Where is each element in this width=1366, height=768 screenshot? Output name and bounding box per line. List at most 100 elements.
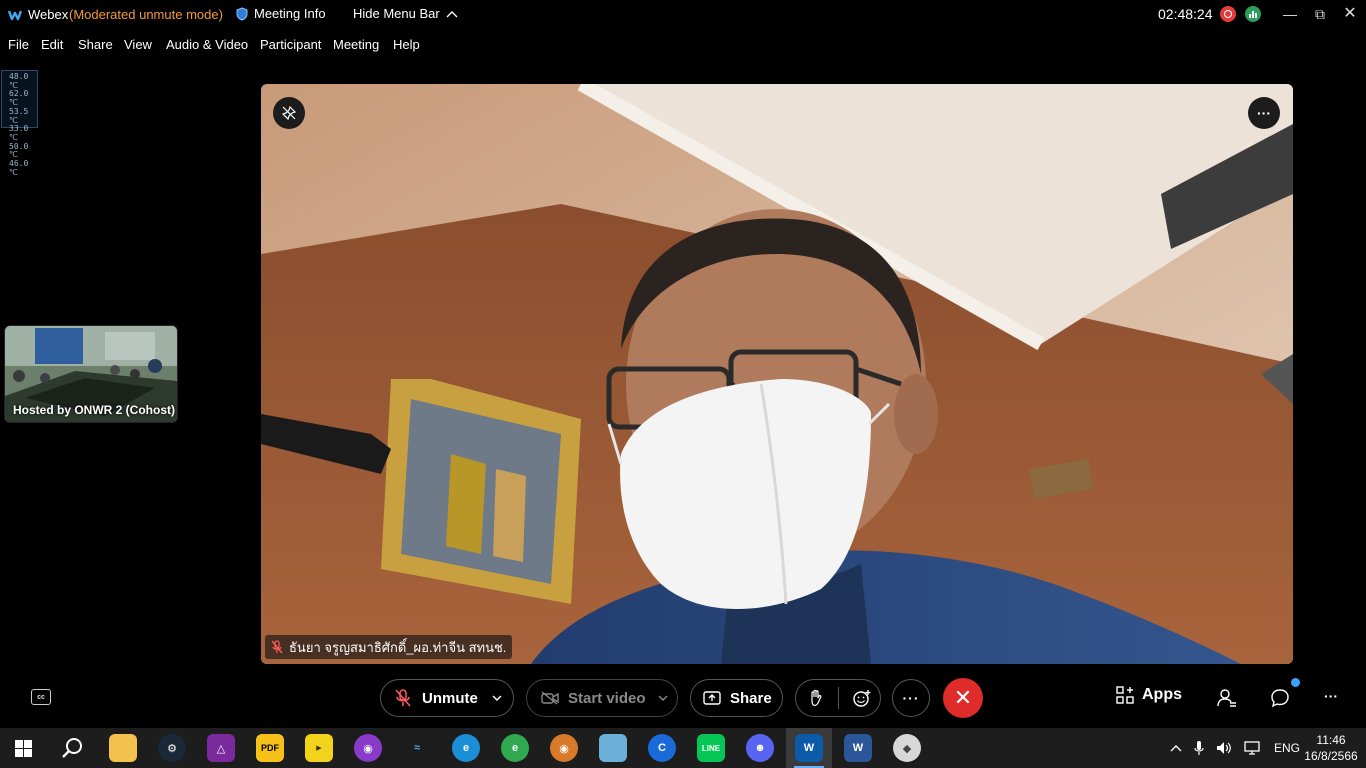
temp-reading: 62.0 ℃	[9, 89, 29, 108]
minimize-button[interactable]: —	[1276, 4, 1304, 24]
speaker-video-frame	[261, 84, 1293, 664]
menu-help[interactable]: Help	[393, 37, 420, 52]
edge-icon[interactable]: e	[452, 734, 480, 762]
meeting-info-button[interactable]: Meeting Info	[236, 6, 326, 21]
menu-share[interactable]: Share	[78, 37, 113, 52]
participants-icon	[1217, 689, 1236, 707]
apps-label: Apps	[1142, 686, 1182, 703]
webex-taskbar-active[interactable]: W	[786, 728, 832, 768]
input-language[interactable]: ENG	[1274, 741, 1300, 755]
participant-name-tag: ธันยา จรูญสมาธิศักดิ์_ผอ.ท่าจีน สทนช.	[265, 635, 513, 659]
unpin-button[interactable]	[273, 97, 305, 129]
raise-hand-icon[interactable]	[808, 689, 824, 707]
chevron-down-icon[interactable]	[658, 695, 668, 701]
closed-captions-button[interactable]: cc	[31, 689, 51, 705]
active-speaker-video[interactable]: ··· ธันยา จรูญสมาธิศักดิ์_ผอ.ท่าจีน สทนช…	[261, 84, 1293, 664]
unmute-button[interactable]: Unmute	[380, 679, 514, 717]
speaker-icon[interactable]	[1216, 741, 1232, 755]
chat-button[interactable]	[1270, 688, 1290, 713]
participant-name: ธันยา จรูญสมาธิศักดิ์_ผอ.ท่าจีน สทนช.	[289, 639, 507, 655]
webex-logo-icon	[8, 10, 22, 21]
share-icon	[703, 691, 721, 705]
taskbar-clock[interactable]: 11:46 16/8/2566	[1302, 732, 1360, 764]
reactions-group	[795, 679, 881, 717]
discord-icon[interactable]: ☻	[746, 734, 774, 762]
ellipsis-icon: ···	[902, 690, 920, 706]
c-app-icon[interactable]: C	[648, 734, 676, 762]
close-window-button[interactable]: ✕	[1336, 4, 1364, 24]
self-view-thumbnail[interactable]: Hosted by ONWR 2 (Cohost)	[4, 325, 178, 423]
apps-button[interactable]: Apps	[1116, 686, 1182, 704]
microphone-icon[interactable]	[1194, 740, 1204, 756]
windows-start-icon[interactable]	[15, 740, 32, 757]
shield-icon	[236, 6, 248, 21]
notification-dot	[1291, 678, 1300, 687]
restore-button[interactable]: ⧉	[1306, 4, 1334, 24]
app-name: Webex	[28, 7, 69, 22]
meeting-info-label: Meeting Info	[254, 6, 326, 21]
start-video-button[interactable]: Start video	[526, 679, 678, 717]
ellipsis-icon: ···	[1257, 105, 1271, 121]
close-icon: ✕	[953, 685, 973, 710]
player-icon[interactable]: ▶	[305, 734, 333, 762]
more-options-button[interactable]: ···	[892, 679, 930, 717]
windows-taskbar: ⚙ △ PDF ▶ ◉ ≈ e e ◉ C LINE ☻ W W ◆ ENG 1…	[0, 728, 1366, 768]
webex-taskbar-icon: W	[795, 734, 823, 762]
word-icon[interactable]: W	[844, 734, 872, 762]
pdf-app-icon[interactable]: PDF	[256, 734, 284, 762]
temp-reading: 46.0 ℃	[9, 159, 29, 177]
eye-app-icon[interactable]: ◉	[550, 734, 578, 762]
file-explorer-icon[interactable]	[109, 734, 137, 762]
muted-mic-icon	[271, 640, 283, 654]
leave-meeting-button[interactable]: ✕	[943, 678, 983, 718]
menu-file[interactable]: File	[8, 37, 29, 52]
chat-icon	[1271, 689, 1289, 708]
chevron-down-icon[interactable]	[492, 695, 502, 701]
taskbar-time: 11:46	[1316, 733, 1346, 747]
temp-reading: 53.5 ℃	[9, 106, 29, 125]
video-more-options-button[interactable]: ···	[1248, 97, 1280, 129]
start-video-label: Start video	[568, 689, 646, 707]
taskbar-date: 16/8/2566	[1304, 749, 1358, 763]
title-bar: Webex (Moderated unmute mode) Meeting In…	[0, 0, 1366, 30]
meeting-timer: 02:48:24	[1158, 6, 1213, 22]
menu-edit[interactable]: Edit	[41, 37, 63, 52]
share-button[interactable]: Share	[690, 679, 783, 717]
unpin-icon	[282, 106, 296, 120]
menu-view[interactable]: View	[124, 37, 152, 52]
temp-reading: 33.0 ℃	[9, 124, 29, 142]
search-icon[interactable]	[61, 737, 83, 759]
overflow-menu-button[interactable]: ···	[1324, 688, 1338, 704]
chevron-up-icon[interactable]	[1170, 744, 1182, 752]
ellipsis-icon: ···	[1324, 688, 1338, 704]
paint-icon[interactable]: ◆	[893, 734, 921, 762]
menu-bar: File Edit Share View Audio & Video Parti…	[0, 32, 1366, 56]
app-icon[interactable]: ◉	[354, 734, 382, 762]
brave-icon[interactable]: △	[207, 734, 235, 762]
menu-participant[interactable]: Participant	[260, 37, 321, 52]
menu-audio-video[interactable]: Audio & Video	[166, 37, 248, 52]
temp-reading: 50.0 ℃	[9, 141, 29, 160]
network-icon[interactable]	[1244, 741, 1262, 755]
host-caption: Hosted by ONWR 2 (Cohost)	[13, 403, 175, 417]
line-icon[interactable]: LINE	[697, 734, 725, 762]
unmute-label: Unmute	[422, 689, 478, 707]
video-off-icon	[541, 691, 559, 705]
participants-button[interactable]	[1217, 688, 1237, 713]
stats-icon[interactable]	[1245, 6, 1261, 22]
signature-app-icon[interactable]: ≈	[403, 734, 431, 762]
share-label: Share	[730, 689, 772, 707]
reaction-emoji-icon[interactable]	[853, 689, 871, 707]
moderated-mode-label: (Moderated unmute mode)	[69, 7, 223, 22]
steam-icon[interactable]: ⚙	[158, 734, 186, 762]
cc-icon: cc	[37, 693, 45, 701]
menu-meeting[interactable]: Meeting	[333, 37, 379, 52]
system-tray: ENG	[1170, 728, 1300, 768]
edge-beta-icon[interactable]: e	[501, 734, 529, 762]
muted-mic-icon	[395, 689, 411, 707]
notes-app-icon[interactable]	[599, 734, 627, 762]
temperature-widget: 48.0 ℃ 62.0 ℃ 53.5 ℃ 33.0 ℃ 50.0 ℃ 46.0 …	[1, 70, 38, 177]
recording-icon[interactable]	[1220, 6, 1236, 22]
hide-menu-bar-label: Hide Menu Bar	[353, 6, 440, 21]
hide-menu-bar-button[interactable]: Hide Menu Bar	[353, 6, 458, 21]
